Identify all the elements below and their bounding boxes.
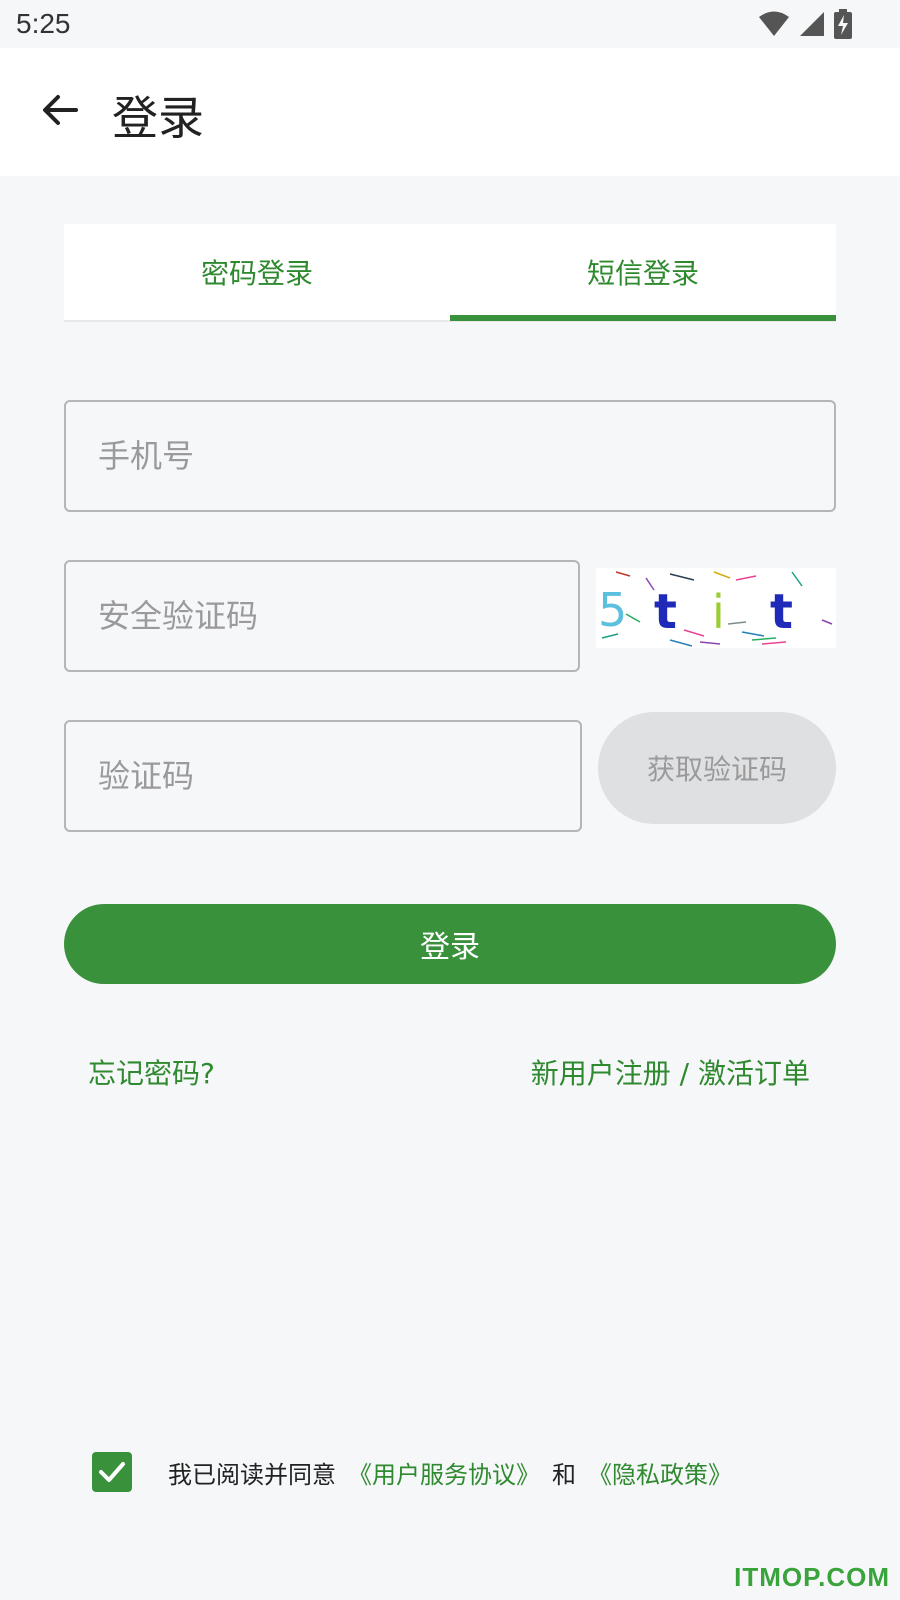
battery-charging-icon	[834, 9, 852, 39]
tab-password-login[interactable]: 密码登录	[64, 224, 450, 320]
status-bar: 5:25	[0, 0, 900, 48]
login-tabs: 密码登录 短信登录	[64, 224, 836, 322]
agreement-text: 我已阅读并同意 《用户服务协议》 和 《隐私政策》	[168, 1455, 732, 1490]
sms-code-input[interactable]	[64, 720, 582, 832]
terms-link[interactable]: 《用户服务协议》	[348, 1455, 540, 1490]
captcha-image[interactable]: 5 t i t	[596, 568, 836, 648]
agreement-checkbox[interactable]	[92, 1452, 132, 1492]
tab-sms-login[interactable]: 短信登录	[450, 224, 836, 320]
agreement-conjunction: 和	[552, 1460, 576, 1489]
phone-input[interactable]	[64, 400, 836, 512]
page-title: 登录	[112, 91, 204, 145]
watermark: ITMOP.COM	[734, 1562, 890, 1592]
get-code-button[interactable]: 获取验证码	[598, 712, 836, 824]
captcha-char-2: t	[654, 584, 677, 640]
tab-password-login-label: 密码登录	[200, 257, 313, 290]
app-bar: 登录	[0, 48, 900, 176]
status-time: 5:25	[16, 8, 71, 39]
tab-indicator	[450, 315, 836, 321]
signal-icon	[800, 12, 824, 36]
wifi-icon	[759, 11, 789, 36]
captcha-input[interactable]	[64, 560, 580, 672]
check-icon	[99, 1462, 125, 1482]
login-button[interactable]: 登录	[64, 904, 836, 984]
captcha-char-1: 5	[598, 583, 627, 637]
tab-sms-login-label: 短信登录	[586, 257, 699, 290]
captcha-char-4: t	[770, 584, 793, 640]
captcha-char-3: i	[712, 585, 725, 639]
captcha-graphic: 5 t i t	[598, 571, 833, 647]
register-link[interactable]: 新用户注册 / 激活订单	[531, 1052, 810, 1092]
agreement-prefix: 我已阅读并同意	[168, 1460, 336, 1489]
privacy-link[interactable]: 《隐私政策》	[588, 1455, 732, 1490]
status-icons	[758, 8, 852, 40]
forgot-password-link[interactable]: 忘记密码?	[88, 1052, 215, 1092]
back-button[interactable]	[28, 78, 92, 142]
agreement-row: 我已阅读并同意 《用户服务协议》 和 《隐私政策》	[92, 1452, 732, 1492]
arrow-left-icon	[43, 95, 78, 125]
